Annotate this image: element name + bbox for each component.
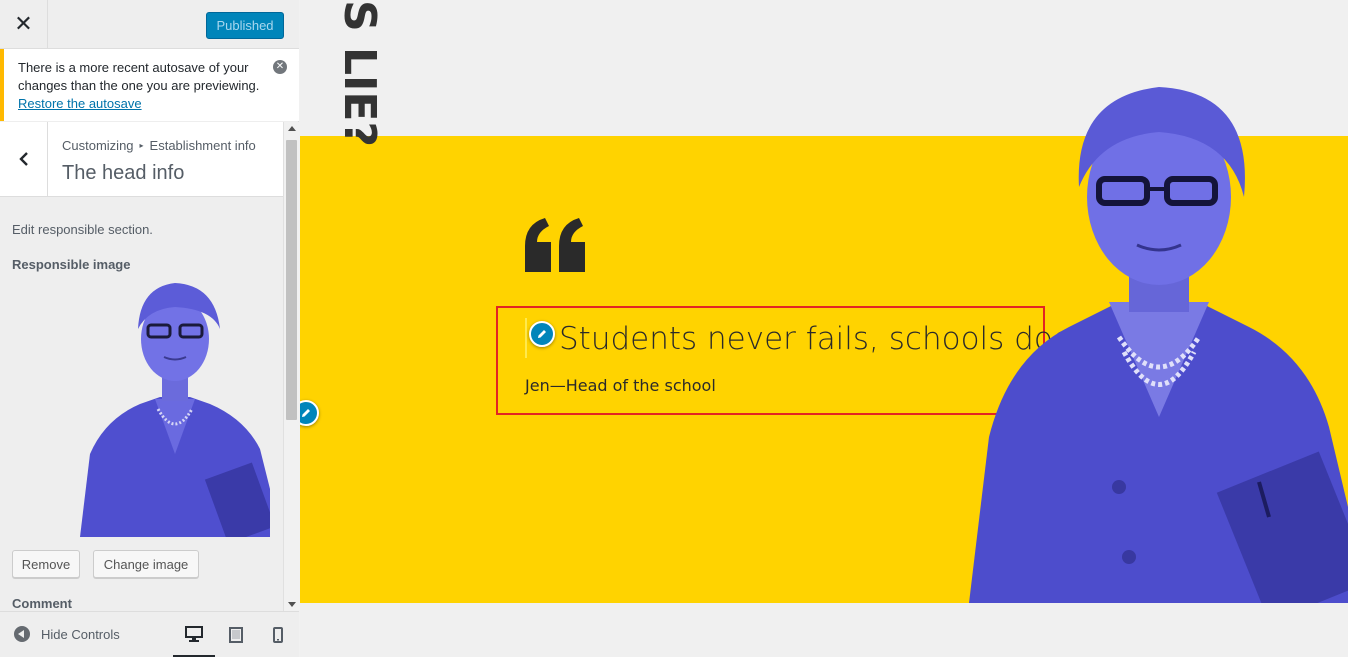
comment-label: Comment — [12, 596, 72, 611]
pencil-icon — [302, 409, 310, 417]
restore-autosave-link[interactable]: Restore the autosave — [18, 96, 142, 111]
notice-text: There is a more recent autosave of your … — [18, 60, 260, 93]
preview-mobile-button[interactable] — [257, 612, 299, 657]
back-button[interactable] — [0, 122, 48, 196]
mobile-icon — [273, 627, 283, 643]
sidebar-footer: Hide Controls — [0, 611, 299, 657]
customizer-sidebar: ✕ Published There is a more recent autos… — [0, 0, 299, 657]
pencil-icon — [538, 330, 546, 338]
scroll-down-icon[interactable] — [288, 602, 296, 607]
tablet-icon — [229, 627, 243, 643]
responsible-image-label: Responsible image — [12, 257, 131, 272]
change-image-button[interactable]: Change image — [93, 550, 199, 578]
breadcrumb-item: Customizing — [62, 138, 134, 153]
remove-image-button[interactable]: Remove — [12, 550, 80, 578]
quote-author[interactable]: Jen—Head of the school — [525, 376, 716, 395]
dismiss-icon[interactable]: ✕ — [273, 60, 287, 74]
vertical-heading: S LIE? — [334, 0, 385, 147]
scrollbar-thumb[interactable] — [286, 140, 297, 420]
panel-header: Customizing ▸ Establishment info The head … — [0, 122, 283, 197]
site-preview: S LIE? Students never fails, schools doe… — [300, 0, 1348, 657]
sidebar-scrollbar[interactable] — [283, 122, 299, 611]
collapse-icon — [14, 626, 30, 642]
chevron-left-icon — [18, 152, 28, 166]
preview-tablet-button[interactable] — [215, 612, 257, 657]
hide-controls-label: Hide Controls — [41, 626, 120, 642]
desktop-icon — [185, 625, 203, 642]
panel-title: The head info — [62, 162, 185, 184]
edit-quote-button[interactable] — [529, 321, 555, 347]
hide-controls-button[interactable]: Hide Controls — [14, 626, 120, 642]
breadcrumb-item: Establishment info — [149, 138, 256, 153]
section-description: Edit responsible section. — [12, 222, 153, 237]
close-icon: ✕ — [14, 12, 33, 37]
panel-body: Edit responsible section. Responsible im… — [0, 197, 283, 611]
dismiss-glyph: ✕ — [275, 61, 285, 72]
sidebar-header: ✕ Published — [0, 0, 299, 49]
breadcrumb: Customizing ▸ Establishment info — [62, 138, 256, 153]
preview-desktop-button[interactable] — [173, 612, 215, 657]
publish-button[interactable]: Published — [206, 12, 284, 39]
autosave-notice: There is a more recent autosave of your … — [0, 49, 299, 121]
close-customizer-button[interactable]: ✕ — [0, 0, 48, 49]
breadcrumb-separator: ▸ — [139, 141, 144, 150]
scroll-up-icon[interactable] — [288, 126, 296, 131]
responsible-image-thumbnail[interactable] — [80, 279, 270, 537]
quote-icon — [525, 218, 585, 272]
head-portrait-image — [969, 87, 1348, 603]
